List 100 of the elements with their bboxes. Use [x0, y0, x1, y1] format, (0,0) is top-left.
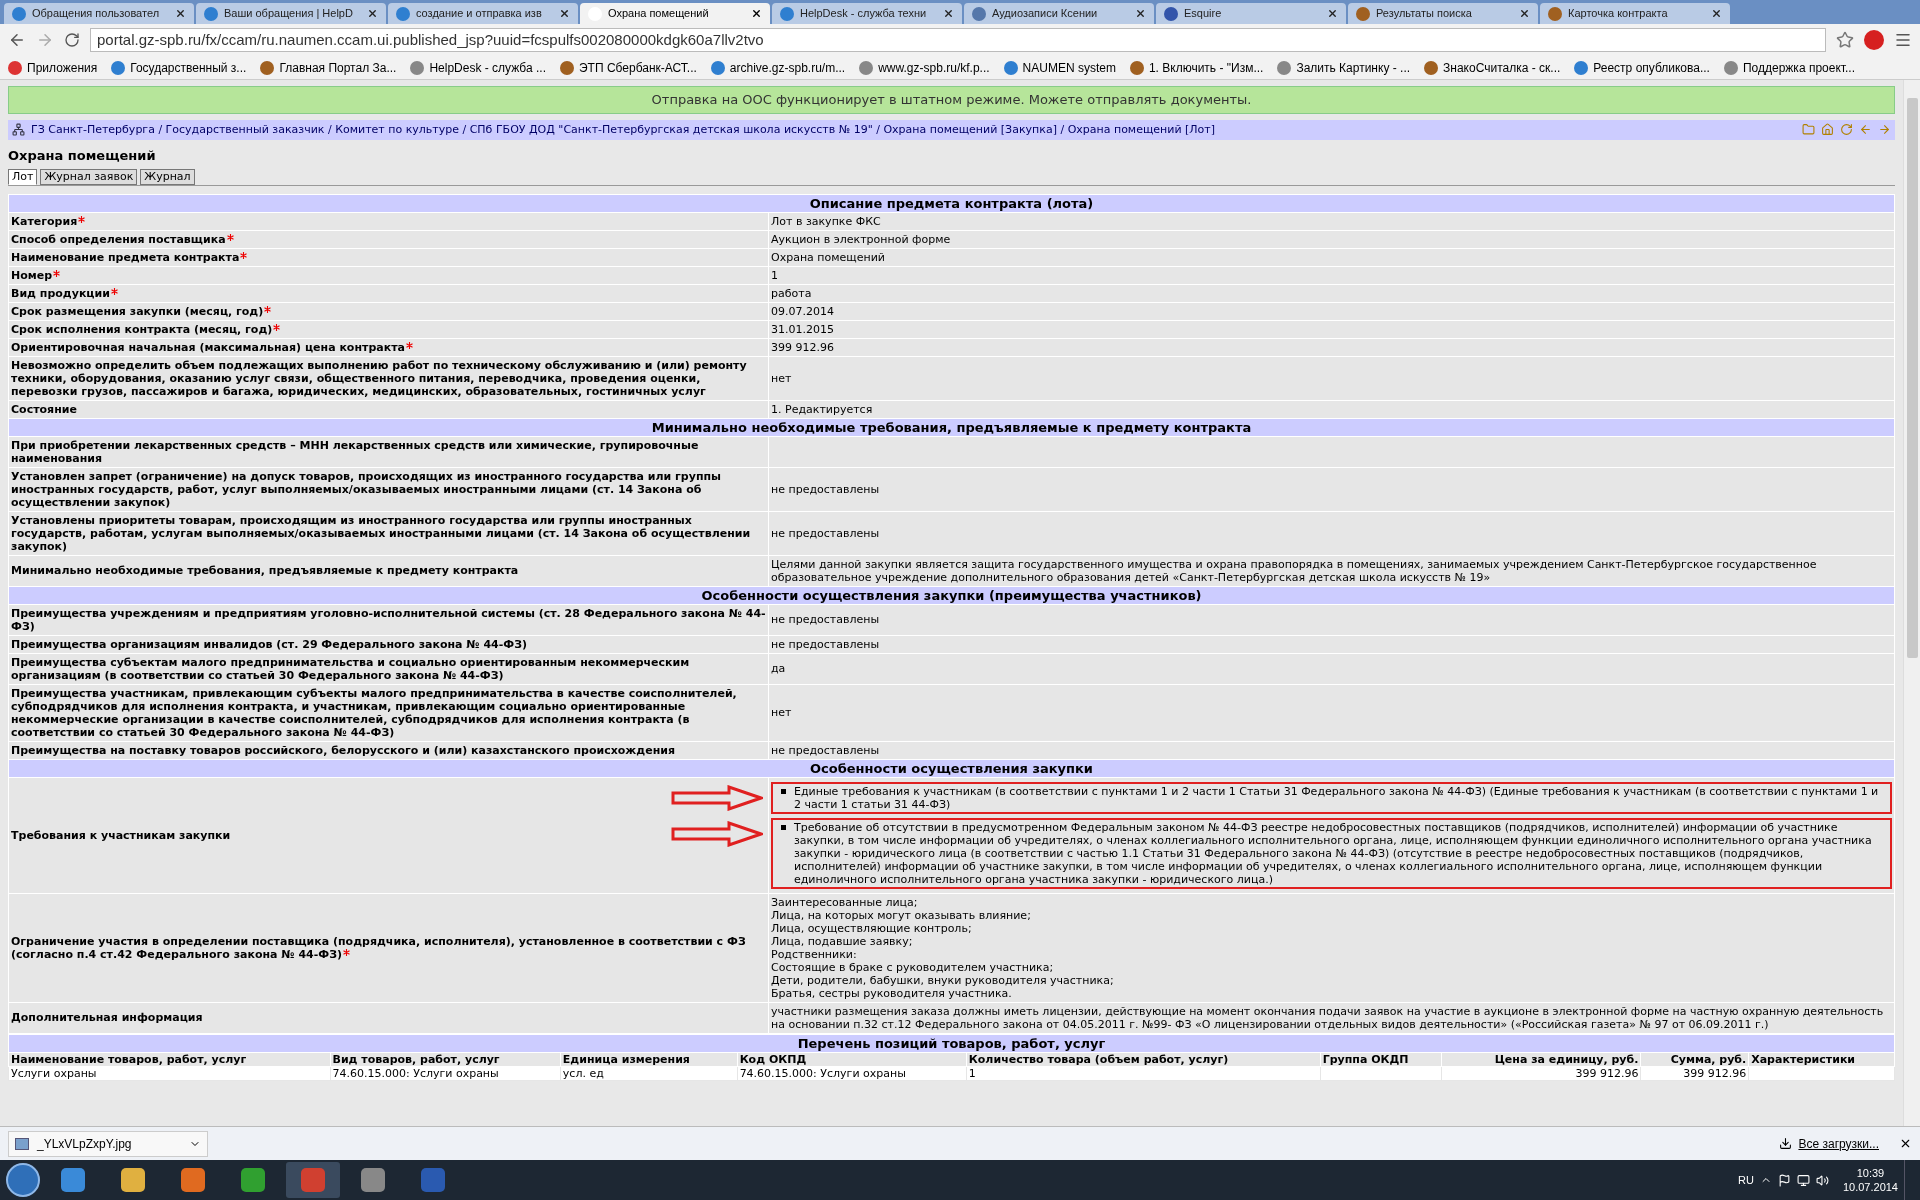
bookmark-link[interactable]: archive.gz-spb.ru/m... — [710, 58, 846, 77]
field-value: работа — [771, 286, 813, 300]
back-icon[interactable] — [8, 31, 26, 49]
sitemap-icon — [12, 123, 25, 137]
bookmark-link[interactable]: Реестр опубликова... — [1574, 58, 1710, 77]
section-header: Перечень позиций товаров, работ, услуг — [8, 1034, 1895, 1052]
page-tab[interactable]: Лот — [8, 168, 38, 185]
required-marker-icon — [53, 269, 61, 277]
column-header[interactable]: Характеристики — [1748, 1052, 1895, 1066]
close-icon[interactable] — [943, 8, 954, 19]
site-icon — [710, 60, 725, 75]
column-header[interactable]: Цена за единицу, руб. — [1441, 1052, 1641, 1066]
required-marker-icon — [273, 323, 281, 331]
field-value: Аукцион в электронной форме — [771, 232, 952, 246]
download-icon — [1779, 1137, 1793, 1150]
bookmark-link[interactable]: Главная Портал За... — [260, 58, 397, 77]
page-tab[interactable]: Журнал заявок — [40, 168, 138, 185]
field-value: 09.07.2014 — [771, 304, 835, 318]
field-label: При приобретении лекарственных средств – МНН лекарственных средств или химические, групировочные наименования — [8, 436, 769, 467]
field-label: Преимущества субъектам малого предпринимательства и социально ориентированным некоммерческим организациям (в соответствии со статьей 30 Федерального закона № 44-ФЗ) — [8, 653, 769, 684]
requirement-item: Требование об отсутствии в предусмотренном Федеральным законом № 44-ФЗ реестре недобросовестных поставщиков (подрядчиков, исполнителей) информации об участнике закупки, в том числе информации об учредителях, о членах коллегиального исполнительного органа, лице, исполняющем функции единоличного исполнительного органа участника закупки - юридического лица (в соответствии с частью 1.1 Статьи 31 Федерального закона № 44-ФЗ) (отсутствие в реестре недобросовестных поставщиков (подрядчиков, исполнителей) информации об участнике закупки, в том числе информации об учредителях, о членах коллегиального исполнительного органа, лице, исполняющем функции единоличного исполнительного органа участника закупки - юридического лица.) — [771, 817, 1892, 889]
browser-tab[interactable]: Аудиозаписи Ксении — [964, 3, 1154, 24]
column-header[interactable]: Код ОКПД — [737, 1052, 967, 1066]
browser-tab[interactable]: HelpDesk - служба техни — [772, 3, 962, 24]
bookmark-link[interactable]: Приложения — [8, 58, 98, 77]
required-marker-icon — [405, 341, 413, 349]
field-value: нет — [771, 371, 793, 385]
bookmark-link[interactable]: Поддержка проект... — [1723, 58, 1855, 77]
browser-tab[interactable]: Ваши обращения | HelpD — [196, 3, 386, 24]
site-icon — [1356, 6, 1370, 21]
close-icon[interactable] — [751, 8, 762, 19]
column-header[interactable]: Количество товара (объем работ, услуг) — [966, 1052, 1321, 1066]
close-icon[interactable] — [1519, 8, 1530, 19]
browser-tab[interactable]: Обращения пользовател — [4, 3, 194, 24]
field-label: Преимущества организациям инвалидов (ст. 29 Федерального закона № 44-ФЗ) — [8, 635, 769, 653]
field-label: Вид продукции — [8, 284, 769, 302]
field-label: Наименование предмета контракта — [8, 248, 769, 266]
page-tab[interactable]: Журнал — [140, 168, 195, 185]
bookmark-link[interactable]: NAUMEN system — [1003, 58, 1116, 77]
field-value: не предоставлены — [771, 482, 881, 496]
field-value: не предоставлены — [771, 526, 881, 540]
field-value: Охрана помещений — [771, 250, 886, 264]
bookmark-link[interactable]: ЗнакоСчиталка - ск... — [1424, 58, 1561, 77]
scrollbar[interactable] — [1903, 80, 1920, 1126]
field-label: Минимально необходимые требования, предъявляемые к предмету контракта — [8, 555, 769, 586]
close-icon[interactable] — [1899, 1137, 1912, 1150]
required-marker-icon — [226, 233, 234, 241]
close-icon[interactable] — [1711, 8, 1722, 19]
menu-icon[interactable] — [1894, 31, 1912, 49]
site-icon — [111, 60, 126, 75]
volume-icon[interactable] — [1815, 1173, 1829, 1187]
table-cell: усл. ед — [560, 1066, 738, 1080]
column-header[interactable]: Сумма, руб. — [1640, 1052, 1749, 1066]
site-icon — [260, 60, 275, 75]
site-icon — [8, 60, 22, 75]
close-icon[interactable] — [175, 8, 186, 19]
bookmark-link[interactable]: 1. Включить - "Изм... — [1129, 58, 1264, 77]
column-header[interactable]: Группа ОКДП — [1320, 1052, 1442, 1066]
browser-tab[interactable]: Карточка контракта — [1540, 3, 1730, 24]
bookmark-link[interactable]: HelpDesk - служба ... — [410, 58, 546, 77]
field-label: Ориентировочная начальная (максимальная) цена контракта — [8, 338, 769, 356]
site-icon — [972, 6, 986, 21]
language-indicator[interactable]: RU — [1738, 1171, 1754, 1189]
reload-icon[interactable] — [64, 32, 80, 48]
bookmark-link[interactable]: www.gz-spb.ru/kf.p... — [859, 58, 990, 77]
clock[interactable]: 10:39 10.07.2014 — [1842, 1166, 1898, 1194]
start-button[interactable] — [6, 1163, 40, 1197]
column-header[interactable]: Единица измерения — [560, 1052, 738, 1066]
browser-tab[interactable]: Охрана помещений — [580, 3, 770, 24]
field-label: Дополнительная информация — [8, 1002, 769, 1033]
bookmark-link[interactable]: ЭТП Сбербанк-АСТ... — [560, 58, 697, 77]
field-label: Установлен запрет (ограничение) на допуск товаров, происходящих из иностранного государства или группы иностранных государств, работ, услуг выполняемых/оказываемых иностранными лицами (ст. 14 Закона об осуществлении закупок) — [8, 467, 769, 511]
network-icon[interactable] — [1796, 1173, 1810, 1187]
close-icon[interactable] — [367, 8, 378, 19]
field-value: 399 912.96 — [771, 340, 835, 354]
table-cell: 74.60.15.000: Услуги охраны — [737, 1066, 967, 1080]
browser-tab[interactable]: Esquire — [1156, 3, 1346, 24]
site-icon — [1164, 6, 1178, 21]
field-label: Ограничение участия в определении поставщика (подрядчика, исполнителя), установленное в соответствии с ФЗ (согласно п.4 ст.42 Федерального закона № 44-ФЗ) — [8, 893, 769, 1002]
field-value: Лот в закупке ФКС — [771, 214, 882, 228]
browser-tab[interactable]: создание и отправка изв — [388, 3, 578, 24]
close-icon[interactable] — [559, 8, 570, 19]
column-header[interactable]: Наименование товаров, работ, услуг — [8, 1052, 330, 1066]
bookmark-link[interactable]: Государственный з... — [111, 58, 247, 77]
field-label: Срок исполнения контракта (месяц, год) — [8, 320, 769, 338]
address-field[interactable]: portal.gz-spb.ru/fx/ccam/ru.naumen.ccam.ui.published_jsp?uuid=fcspulfs002080000kdgk60a7llv2tvo — [90, 28, 1826, 52]
field-label: Срок размещения закупки (месяц, год) — [8, 302, 769, 320]
all-downloads-link[interactable]: Все загрузки... — [1798, 1134, 1879, 1153]
flag-icon[interactable] — [1777, 1173, 1791, 1187]
field-label: Состояние — [8, 400, 769, 418]
field-label: Способ определения поставщика — [8, 230, 769, 248]
star-icon[interactable] — [1836, 31, 1854, 49]
browser-tab[interactable]: Результаты поиска — [1348, 3, 1538, 24]
site-icon — [396, 6, 410, 21]
close-icon[interactable] — [1327, 8, 1338, 19]
close-icon[interactable] — [1135, 8, 1146, 19]
download-item[interactable]: _YLxVLpZxpY.jpg — [8, 1130, 208, 1157]
column-header[interactable]: Вид товаров, работ, услуг — [330, 1052, 561, 1066]
site-icon — [1574, 60, 1589, 75]
bookmark-link[interactable]: Залить Картинку - ... — [1277, 58, 1411, 77]
